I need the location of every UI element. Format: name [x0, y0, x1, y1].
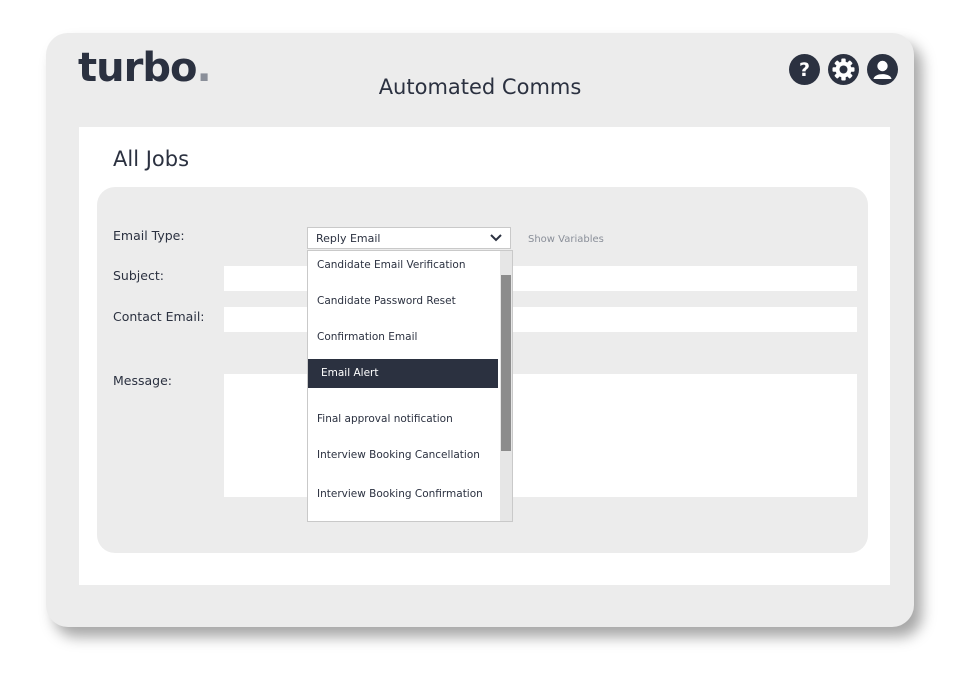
help-icon[interactable]: ?	[789, 54, 820, 85]
dropdown-option[interactable]: Final approval notification	[308, 413, 498, 425]
dropdown-option[interactable]: Candidate Email Verification	[308, 259, 498, 271]
chevron-down-icon	[490, 233, 502, 246]
subject-label: Subject:	[113, 268, 164, 283]
app-title: Automated Comms	[378, 75, 582, 99]
message-label: Message:	[113, 373, 172, 388]
dropdown-scrollbar[interactable]	[500, 251, 512, 521]
dropdown-option[interactable]: Candidate Password Reset	[308, 295, 498, 307]
dropdown-option[interactable]: Confirmation Email	[308, 331, 498, 343]
header-icons: ?	[789, 54, 898, 85]
form-panel: Email Type: Subject: Contact Email: Mess…	[97, 187, 868, 553]
email-type-label: Email Type:	[113, 228, 185, 243]
dropdown-option[interactable]: Interview Booking Cancellation	[308, 449, 498, 461]
scrollbar-thumb[interactable]	[501, 275, 511, 451]
email-type-value: Reply Email	[316, 232, 381, 245]
contact-email-label: Contact Email:	[113, 309, 205, 324]
content-area: All Jobs Email Type: Subject: Contact Em…	[79, 127, 890, 585]
page-title: All Jobs	[113, 147, 190, 171]
email-type-select[interactable]: Reply Email	[307, 227, 511, 249]
show-variables-link[interactable]: Show Variables	[528, 234, 604, 245]
email-type-dropdown: Candidate Email Verification Candidate P…	[307, 250, 513, 522]
app-window: turbo. Automated Comms ? All Jobs Email …	[46, 33, 914, 627]
user-icon[interactable]	[867, 54, 898, 85]
dropdown-option-highlighted[interactable]: Email Alert	[308, 359, 498, 388]
dropdown-option[interactable]: Interview Booking Confirmation	[308, 488, 498, 500]
svg-text:?: ?	[799, 59, 810, 81]
settings-icon[interactable]	[828, 54, 859, 85]
